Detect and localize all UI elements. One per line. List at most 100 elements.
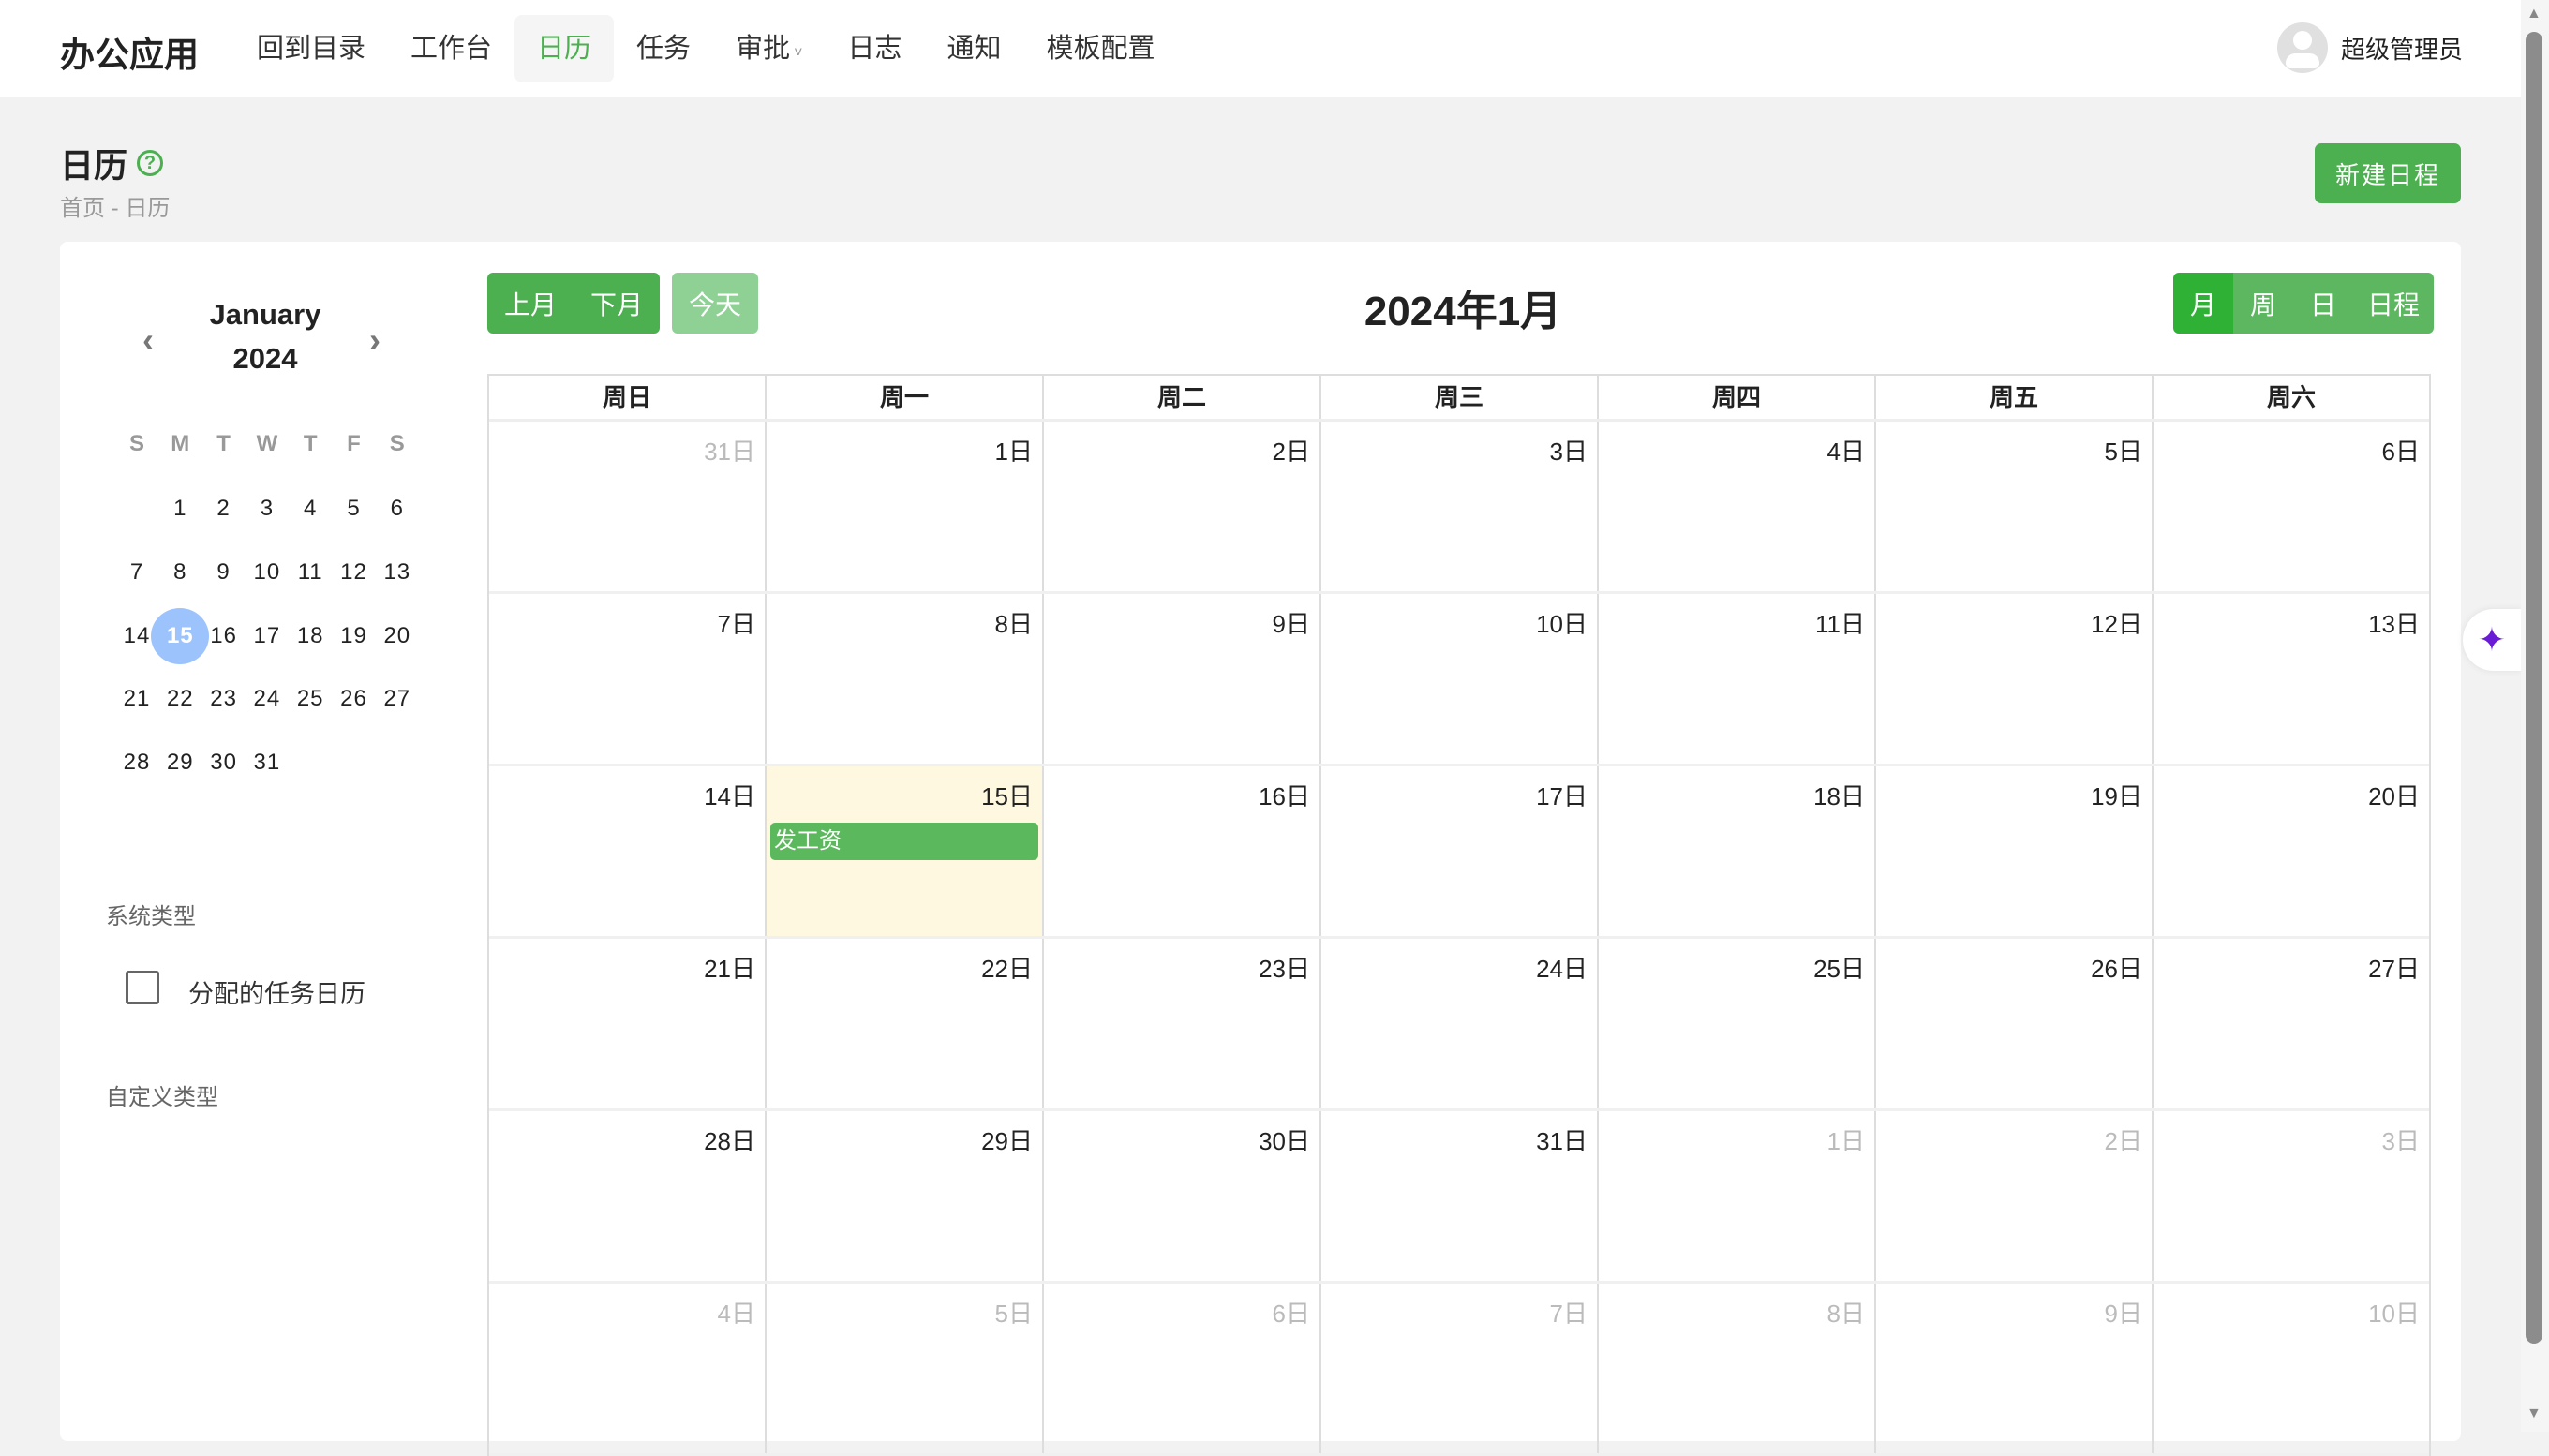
day-cell[interactable]: 5日 xyxy=(1874,422,2152,591)
day-cell[interactable]: 3日 xyxy=(2152,1111,2429,1281)
mini-day[interactable]: 31 xyxy=(246,735,289,791)
day-cell[interactable]: 7日 xyxy=(489,594,765,764)
mini-day[interactable]: 5 xyxy=(333,481,376,537)
day-cell[interactable]: 10日 xyxy=(1319,594,1597,764)
day-cell[interactable]: 31日 xyxy=(489,422,765,591)
mini-day[interactable]: 25 xyxy=(289,671,332,727)
day-cell[interactable]: 30日 xyxy=(1042,1111,1319,1281)
question-circle-icon[interactable]: ? xyxy=(137,150,164,176)
mini-day[interactable]: 9 xyxy=(202,544,246,601)
day-cell[interactable]: 27日 xyxy=(2152,939,2429,1108)
event-item[interactable]: 发工资 xyxy=(770,823,1038,860)
day-cell[interactable]: 1日 xyxy=(765,422,1042,591)
day-cell[interactable]: 8日 xyxy=(1597,1284,1874,1453)
day-cell[interactable]: 17日 xyxy=(1319,766,1597,936)
day-cell[interactable]: 3日 xyxy=(1319,422,1597,591)
view-1-button[interactable]: 周 xyxy=(2233,273,2293,334)
scrollbar-thumb[interactable] xyxy=(2526,32,2542,1344)
mini-day[interactable]: 3 xyxy=(246,481,289,537)
day-cell[interactable]: 2日 xyxy=(1042,422,1319,591)
view-3-button[interactable]: 日程 xyxy=(2353,273,2434,334)
mini-day[interactable]: 17 xyxy=(246,608,289,664)
mini-day[interactable]: 6 xyxy=(376,481,419,537)
mini-day[interactable]: 28 xyxy=(115,735,158,791)
nav-item[interactable]: 回到目录 xyxy=(234,15,388,82)
day-cell[interactable]: 22日 xyxy=(765,939,1042,1108)
view-0-button[interactable]: 月 xyxy=(2173,273,2233,334)
mini-day[interactable]: 21 xyxy=(115,671,158,727)
prev-month-button[interactable]: 上月 xyxy=(487,273,574,334)
sparkles-icon[interactable]: ✦ xyxy=(2463,609,2521,671)
mini-day[interactable]: 19 xyxy=(333,608,376,664)
day-cell[interactable]: 13日 xyxy=(2152,594,2429,764)
day-cell[interactable]: 12日 xyxy=(1874,594,2152,764)
day-cell[interactable]: 9日 xyxy=(1874,1284,2152,1453)
mini-day[interactable]: 15 xyxy=(151,607,210,664)
nav-item[interactable]: 模板配置 xyxy=(1023,15,1177,82)
mini-next-month-icon[interactable]: › xyxy=(369,320,380,360)
nav-item[interactable]: 通知 xyxy=(924,15,1023,82)
scroll-up-icon[interactable]: ▲ xyxy=(2527,6,2542,22)
day-cell[interactable]: 4日 xyxy=(489,1284,765,1453)
mini-day[interactable]: 24 xyxy=(246,671,289,727)
day-cell[interactable]: 21日 xyxy=(489,939,765,1108)
day-cell[interactable]: 28日 xyxy=(489,1111,765,1281)
day-cell[interactable]: 6日 xyxy=(1042,1284,1319,1453)
mini-day[interactable]: 22 xyxy=(158,671,201,727)
mini-day[interactable]: 27 xyxy=(376,671,419,727)
day-cell[interactable]: 15日 发工资 xyxy=(765,766,1042,936)
assigned-task-calendar-checkbox[interactable] xyxy=(126,971,159,1004)
day-cell[interactable]: 29日 xyxy=(765,1111,1042,1281)
mini-day[interactable]: 11 xyxy=(289,544,332,601)
day-cell[interactable]: 16日 xyxy=(1042,766,1319,936)
user-menu[interactable]: 超级管理员 xyxy=(2277,22,2463,73)
mini-day[interactable]: 13 xyxy=(376,544,419,601)
day-cell[interactable]: 11日 xyxy=(1597,594,1874,764)
day-cell[interactable]: 18日 xyxy=(1597,766,1874,936)
view-2-button[interactable]: 日 xyxy=(2293,273,2353,334)
day-cell[interactable]: 20日 xyxy=(2152,766,2429,936)
day-cell[interactable]: 14日 xyxy=(489,766,765,936)
new-schedule-button[interactable]: 新建日程 xyxy=(2315,143,2461,203)
day-cell[interactable]: 26日 xyxy=(1874,939,2152,1108)
mini-day[interactable]: 18 xyxy=(289,608,332,664)
day-cell[interactable]: 8日 xyxy=(765,594,1042,764)
day-cell[interactable]: 9日 xyxy=(1042,594,1319,764)
mini-day[interactable]: 1 xyxy=(158,481,201,537)
mini-day[interactable]: 8 xyxy=(158,544,201,601)
nav-item[interactable]: 任务 xyxy=(614,15,713,82)
mini-day[interactable]: 29 xyxy=(158,735,201,791)
nav-item[interactable]: 日志 xyxy=(825,15,924,82)
mini-day[interactable]: 7 xyxy=(115,544,158,601)
day-cell[interactable]: 5日 xyxy=(765,1284,1042,1453)
day-cell[interactable]: 1日 xyxy=(1597,1111,1874,1281)
scroll-down-icon[interactable]: ▼ xyxy=(2527,1405,2542,1422)
mini-day[interactable]: 4 xyxy=(289,481,332,537)
day-cell[interactable]: 23日 xyxy=(1042,939,1319,1108)
mini-day[interactable]: 10 xyxy=(246,544,289,601)
day-cell[interactable]: 25日 xyxy=(1597,939,1874,1108)
mini-day[interactable]: 26 xyxy=(333,671,376,727)
day-cell[interactable]: 24日 xyxy=(1319,939,1597,1108)
day-cell[interactable]: 2日 xyxy=(1874,1111,2152,1281)
next-month-button[interactable]: 下月 xyxy=(574,273,661,334)
day-cell[interactable]: 10日 xyxy=(2152,1284,2429,1453)
mini-day[interactable]: 23 xyxy=(202,671,246,727)
scrollbar[interactable]: ▲ ▼ xyxy=(2521,0,2549,1432)
day-cell[interactable]: 19日 xyxy=(1874,766,2152,936)
nav-item[interactable]: 审批 ˅ xyxy=(713,15,825,82)
nav-item[interactable]: 日历 xyxy=(514,15,615,82)
assigned-task-calendar-label[interactable]: 分配的任务日历 xyxy=(188,973,365,1010)
day-cell[interactable]: 4日 xyxy=(1597,422,1874,591)
mini-day[interactable]: 2 xyxy=(202,481,246,537)
nav-item[interactable]: 工作台 xyxy=(388,15,514,82)
day-cell[interactable]: 6日 xyxy=(2152,422,2429,591)
today-button[interactable]: 今天 xyxy=(672,273,759,334)
mini-day[interactable]: 12 xyxy=(333,544,376,601)
mini-day[interactable]: 16 xyxy=(202,608,246,664)
mini-day[interactable]: 30 xyxy=(202,735,246,791)
mini-prev-month-icon[interactable]: ‹ xyxy=(142,320,154,360)
mini-day[interactable]: 20 xyxy=(376,608,419,664)
day-cell[interactable]: 31日 xyxy=(1319,1111,1597,1281)
day-cell[interactable]: 7日 xyxy=(1319,1284,1597,1453)
